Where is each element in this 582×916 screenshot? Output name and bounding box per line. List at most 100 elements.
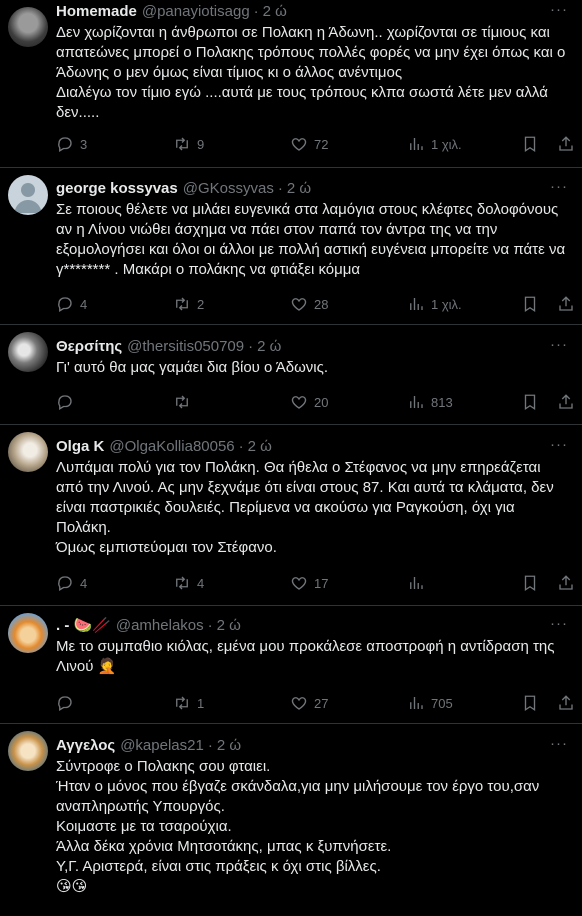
tweet[interactable]: george kossyvas @GKossyvas · 2 ώ ··· Σε … [0, 168, 582, 325]
more-options-icon[interactable]: ··· [550, 178, 568, 195]
share-button[interactable] [557, 694, 575, 712]
user-handle[interactable]: @OlgaKollia80056 [109, 438, 234, 455]
views-button[interactable]: 1 χιλ. [407, 295, 462, 313]
retweet-count: 2 [197, 296, 205, 312]
separator-dot: · [207, 736, 213, 754]
like-button[interactable]: 20 [290, 393, 328, 411]
avatar[interactable] [8, 613, 48, 653]
tweet[interactable]: . - 🍉🥢 @amhelakos · 2 ώ ··· Με το συμπαθ… [0, 606, 582, 724]
share-icon [559, 296, 573, 311]
like-button[interactable]: 28 [290, 295, 328, 313]
user-handle[interactable]: @panayiotisagg [142, 3, 250, 20]
tweet[interactable]: Olga K @OlgaKollia80056 · 2 ώ ··· Λυπάμα… [0, 425, 582, 606]
like-button[interactable]: 17 [290, 574, 328, 592]
bookmark-icon [524, 394, 536, 411]
more-options-icon[interactable]: ··· [550, 615, 568, 632]
bookmark-button[interactable] [521, 694, 539, 712]
avatar[interactable] [8, 175, 48, 215]
tweet-text: Γι' αυτό θα μας γαμάει δια βίου ο Άδωνις… [56, 359, 329, 376]
reply-button[interactable]: 4 [56, 574, 87, 592]
avatar[interactable] [8, 7, 48, 47]
reply-button[interactable] [56, 694, 80, 712]
retweet-button[interactable]: 2 [173, 295, 204, 313]
user-name[interactable]: george kossyvas [56, 180, 178, 197]
avatar[interactable] [8, 731, 48, 771]
user-name[interactable]: Αγγελος [56, 737, 115, 754]
views-icon [410, 697, 423, 709]
share-button[interactable] [557, 135, 575, 153]
reply-button[interactable]: 4 [56, 295, 87, 313]
user-handle[interactable]: @thersitis050709 [127, 338, 244, 355]
like-icon [291, 138, 307, 151]
like-icon [291, 396, 307, 409]
reply-button[interactable]: 3 [56, 135, 87, 153]
tweet[interactable]: Αγγελος @kapelas21 · 2 ώ ··· Σύντροφε ο … [0, 724, 582, 916]
like-icon [291, 298, 307, 311]
bookmark-button[interactable] [521, 295, 539, 313]
tweet-actions: 4 4 17 [56, 573, 575, 593]
more-options-icon[interactable]: ··· [550, 1, 568, 18]
view-count: 813 [431, 394, 453, 410]
like-button[interactable]: 72 [290, 135, 328, 153]
bookmark-button[interactable] [521, 135, 539, 153]
share-button[interactable] [557, 393, 575, 411]
timestamp[interactable]: 2 ώ [263, 3, 287, 20]
reply-icon [58, 137, 72, 152]
avatar[interactable] [8, 432, 48, 472]
user-name[interactable]: Θερσίτης [56, 338, 122, 355]
views-button[interactable]: 813 [407, 393, 453, 411]
tweet-header: . - 🍉🥢 @amhelakos · 2 ώ [56, 615, 572, 635]
bookmark-button[interactable] [521, 393, 539, 411]
retweet-button[interactable] [173, 393, 197, 411]
share-button[interactable] [557, 574, 575, 592]
view-count: 1 χιλ. [431, 136, 462, 152]
timestamp[interactable]: 2 ώ [257, 338, 281, 355]
more-options-icon[interactable]: ··· [550, 436, 568, 453]
views-icon [410, 396, 423, 408]
bookmark-icon [524, 136, 536, 153]
reply-icon [58, 576, 72, 591]
views-button[interactable] [407, 574, 431, 592]
tweet[interactable]: Homemade @panayiotisagg · 2 ώ ··· Δεν χω… [0, 0, 582, 168]
separator-dot: · [253, 2, 259, 20]
bookmark-button[interactable] [521, 574, 539, 592]
user-name[interactable]: Homemade [56, 3, 137, 20]
user-handle[interactable]: @kapelas21 [120, 737, 204, 754]
timestamp[interactable]: 2 ώ [248, 438, 272, 455]
retweet-button[interactable]: 1 [173, 694, 204, 712]
default-avatar-icon [14, 183, 42, 213]
views-button[interactable]: 705 [407, 694, 453, 712]
user-handle[interactable]: @GKossyvas [183, 180, 274, 197]
retweet-icon [176, 696, 188, 710]
tweet-text: Με το συμπαθιο κιόλας, εμένα μου προκάλε… [56, 638, 558, 675]
user-handle[interactable]: @amhelakos [116, 617, 204, 634]
bookmark-icon [524, 575, 536, 592]
avatar[interactable] [8, 332, 48, 372]
views-button[interactable]: 1 χιλ. [407, 135, 462, 153]
retweet-button[interactable]: 4 [173, 574, 204, 592]
retweet-button[interactable]: 9 [173, 135, 204, 153]
tweet-header: george kossyvas @GKossyvas · 2 ώ [56, 178, 572, 198]
separator-dot: · [207, 616, 213, 634]
timestamp[interactable]: 2 ώ [287, 180, 311, 197]
like-button[interactable]: 27 [290, 694, 328, 712]
reply-icon [58, 696, 72, 711]
tweet[interactable]: Θερσίτης @thersitis050709 · 2 ώ ··· Γι' … [0, 325, 582, 425]
like-count: 17 [314, 575, 329, 591]
timestamp[interactable]: 2 ώ [217, 617, 241, 634]
tweet-actions: 4 2 28 1 χιλ. [56, 294, 575, 314]
view-count: 705 [431, 695, 453, 711]
tweet-header: Olga K @OlgaKollia80056 · 2 ώ [56, 436, 572, 456]
more-options-icon[interactable]: ··· [550, 735, 568, 752]
views-icon [410, 298, 423, 310]
user-name[interactable]: . - 🍉🥢 [56, 616, 111, 634]
retweet-icon [176, 137, 188, 151]
retweet-icon [176, 297, 188, 311]
tweet-text: Λυπάμαι πολύ για τον Πολάκη. Θα ήθελα ο … [56, 459, 554, 556]
more-options-icon[interactable]: ··· [550, 336, 568, 353]
share-button[interactable] [557, 295, 575, 313]
reply-button[interactable] [56, 393, 80, 411]
user-name[interactable]: Olga K [56, 438, 104, 455]
timestamp[interactable]: 2 ώ [217, 737, 241, 754]
retweet-count: 1 [197, 695, 205, 711]
